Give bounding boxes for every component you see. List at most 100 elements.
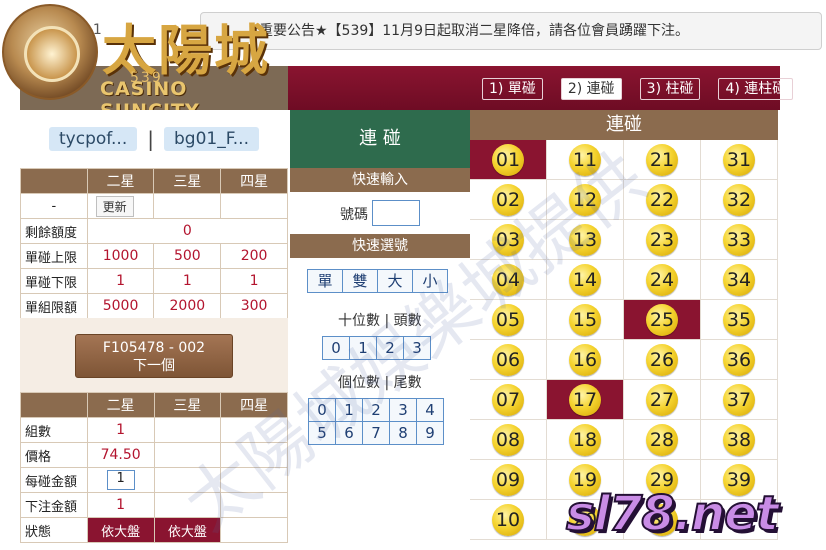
tab-single-pair[interactable]: 1) 單碰: [482, 78, 543, 100]
quick-input-header: 快速輸入: [290, 168, 470, 192]
price-label: 價格: [20, 442, 88, 468]
number-ball: 32: [723, 183, 755, 216]
min-bet-4star: 1: [220, 268, 288, 294]
logo-title: 太陽城: [102, 18, 270, 82]
tab-column-pair[interactable]: 3) 柱碰: [639, 78, 701, 100]
next-button-code: F105478 - 002: [102, 340, 206, 356]
number-ball: 01: [492, 143, 524, 176]
number-cell[interactable]: 18: [547, 420, 624, 460]
group-limit-label: 單組限額: [20, 293, 88, 319]
max-bet-label: 單碰上限: [20, 243, 88, 269]
limits-table: 二星 三星 四星 - 更新 剩餘額度 0 單碰上限 1000 500 200 單…: [20, 168, 289, 319]
per-amount-label: 每碰金額: [20, 467, 88, 493]
number-ball: 27: [646, 383, 678, 416]
next-button-label: 下一個: [133, 358, 175, 374]
number-ball: 08: [492, 423, 524, 456]
limits-empty-cell: [153, 193, 222, 219]
remaining-quota-label: 剩餘額度: [20, 218, 88, 244]
limits-header-4star: 四星: [220, 168, 288, 194]
user-separator: |: [147, 127, 154, 151]
number-cell[interactable]: 16: [547, 340, 624, 380]
units-button-8[interactable]: 8: [389, 421, 417, 445]
group-limit-2star: 5000: [86, 293, 155, 319]
number-cell[interactable]: 38: [701, 420, 778, 460]
limits-header-blank: [20, 168, 88, 194]
number-ball: 17: [569, 383, 601, 416]
number-cell[interactable]: 10: [470, 500, 547, 540]
number-cell[interactable]: 31: [701, 140, 778, 180]
tab-linked-column-pair[interactable]: 4) 連柱碰: [718, 78, 794, 100]
number-ball: 06: [492, 343, 524, 376]
bet-header-blank: [20, 392, 88, 418]
units-button-9[interactable]: 9: [416, 421, 444, 445]
group-count-label: 組數: [20, 417, 88, 443]
number-ball: 18: [569, 423, 601, 456]
number-cell[interactable]: 37: [701, 380, 778, 420]
min-bet-label: 單碰下限: [20, 268, 88, 294]
max-bet-3star: 500: [153, 243, 222, 269]
number-cell[interactable]: 01: [470, 140, 547, 180]
code-label: 號碼: [340, 207, 368, 223]
number-ball: 26: [646, 343, 678, 376]
price-value: 74.50: [86, 442, 155, 468]
right-margin: [780, 110, 826, 547]
tab-linked-pair[interactable]: 2) 連碰: [560, 78, 622, 100]
number-cell[interactable]: 26: [624, 340, 701, 380]
number-ball: 24: [646, 263, 678, 296]
limits-header-3star: 三星: [153, 168, 222, 194]
number-cell[interactable]: 09: [470, 460, 547, 500]
user-info: tycpof... | bg01_F...: [20, 110, 288, 168]
total-amount-label: 下注金額: [20, 492, 88, 518]
refresh-button[interactable]: 更新: [95, 195, 134, 217]
number-ball: 25: [646, 303, 678, 336]
group-limit-4star: 300: [220, 293, 288, 319]
brand-watermark: sl78.net: [565, 485, 780, 543]
number-cell[interactable]: 35: [701, 300, 778, 340]
number-cell[interactable]: 08: [470, 420, 547, 460]
game-type-tabs: 1) 單碰 2) 連碰 3) 柱碰 4) 連柱碰: [482, 78, 794, 100]
number-ball: 37: [723, 383, 755, 416]
total-amount-value: 1: [86, 492, 155, 518]
announcement-marquee: 重要公告★【539】11月9日起取消二星降倍，請各位會員踴躍下注。: [200, 12, 822, 50]
next-button[interactable]: F105478 - 002 下一個: [75, 334, 233, 378]
number-ball: 21: [646, 143, 678, 176]
number-ball: 15: [569, 303, 601, 336]
group-limit-3star: 2000: [153, 293, 222, 319]
status-label: 狀態: [20, 517, 88, 543]
number-cell[interactable]: 33: [701, 220, 778, 260]
number-ball: 28: [646, 423, 678, 456]
group-count-value: 1: [86, 417, 155, 443]
sun-emblem-core: [24, 26, 80, 82]
number-ball: 34: [723, 263, 755, 296]
number-panel-title: 連碰: [470, 110, 778, 140]
number-ball: 09: [492, 463, 524, 496]
number-cell[interactable]: 28: [624, 420, 701, 460]
even-button[interactable]: 雙: [342, 269, 378, 293]
account-name: tycpof...: [49, 127, 138, 151]
sub-account-name: bg01_F...: [164, 127, 259, 151]
number-cell[interactable]: 24: [624, 260, 701, 300]
units-button-4[interactable]: 4: [416, 398, 444, 422]
number-cell[interactable]: 27: [624, 380, 701, 420]
sun-emblem-icon: [2, 4, 98, 100]
number-cell[interactable]: 15: [547, 300, 624, 340]
number-cell[interactable]: 25: [624, 300, 701, 340]
number-cell[interactable]: 34: [701, 260, 778, 300]
bet-header-2star: 二星: [86, 392, 155, 418]
max-bet-4star: 200: [220, 243, 288, 269]
logo: 太陽城 539 CASINO SUNCITY: [0, 0, 290, 122]
number-cell[interactable]: 32: [701, 180, 778, 220]
refresh-cell: 更新: [86, 193, 155, 219]
odd-button[interactable]: 單: [307, 269, 343, 293]
code-input[interactable]: [372, 200, 420, 226]
per-amount-input[interactable]: 1: [106, 470, 135, 490]
number-cell[interactable]: 17: [547, 380, 624, 420]
number-ball: 31: [723, 143, 755, 176]
number-ball: 33: [723, 223, 755, 256]
limits-header-2star: 二星: [86, 168, 155, 194]
status-2star[interactable]: 依大盤: [86, 517, 155, 543]
number-ball: 16: [569, 343, 601, 376]
number-cell[interactable]: 36: [701, 340, 778, 380]
min-bet-2star: 1: [86, 268, 155, 294]
number-cell[interactable]: 07: [470, 380, 547, 420]
